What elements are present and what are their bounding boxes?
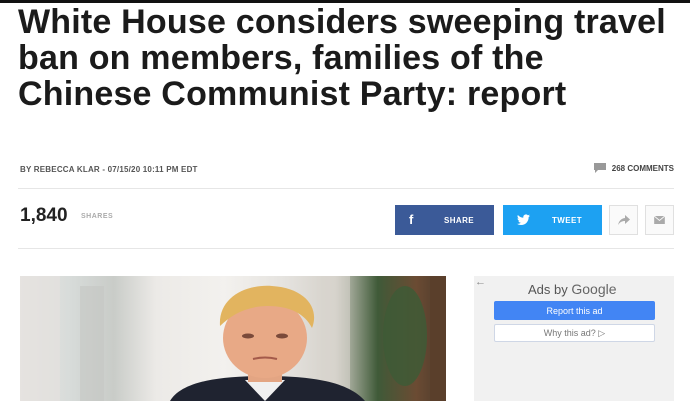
- twitter-tweet-label: TWEET: [552, 215, 582, 225]
- twitter-tweet-button[interactable]: TWEET: [503, 205, 602, 235]
- ads-by-google-label: Ads by Google: [528, 281, 617, 297]
- divider: [18, 188, 674, 189]
- share-arrow-icon: [617, 215, 630, 225]
- comments-link[interactable]: 268 COMMENTS: [593, 163, 674, 173]
- article-photo: [20, 276, 446, 401]
- facebook-icon: f: [409, 212, 414, 227]
- why-this-ad-button[interactable]: Why this ad? ▷: [494, 324, 655, 342]
- ads-back-arrow-icon[interactable]: ←: [475, 276, 486, 288]
- facebook-share-label: SHARE: [443, 215, 474, 225]
- share-more-button[interactable]: [609, 205, 638, 235]
- portrait-illustration: [20, 276, 446, 401]
- twitter-bird-icon: [517, 214, 530, 226]
- google-brand: Google: [571, 281, 617, 297]
- shares-label: SHARES: [81, 213, 114, 220]
- email-button[interactable]: [645, 205, 674, 235]
- report-ad-button[interactable]: Report this ad: [494, 301, 655, 320]
- comments-count: 268 COMMENTS: [611, 163, 674, 173]
- article-headline: White House considers sweeping travel ba…: [18, 3, 666, 113]
- article-byline: BY REBECCA KLAR - 07/15/20 10:11 PM EDT: [20, 165, 198, 174]
- ads-by-text: Ads by: [528, 282, 568, 297]
- shares-count: 1,840: [20, 205, 68, 226]
- facebook-share-button[interactable]: f SHARE: [395, 205, 494, 235]
- mail-icon: [654, 216, 665, 224]
- divider: [18, 248, 674, 249]
- comment-icon: [593, 163, 606, 173]
